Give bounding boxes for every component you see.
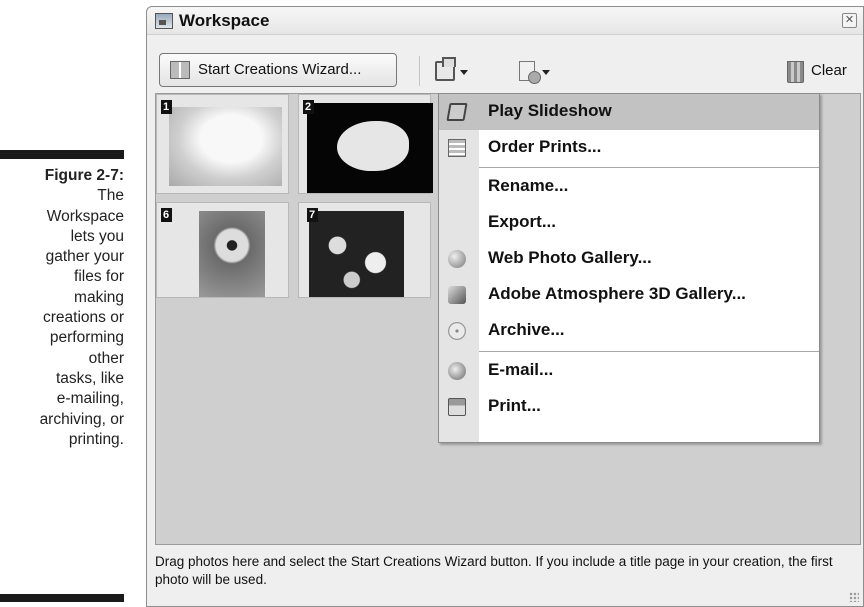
- clear-button-label: Clear: [811, 62, 847, 79]
- flower-on-black-photo: [307, 103, 433, 193]
- figure-caption-text: The Workspace lets you gather your files…: [39, 187, 124, 448]
- printer-icon: [448, 398, 466, 416]
- close-button[interactable]: ✕: [842, 13, 857, 28]
- photo-thumbnail[interactable]: 1: [156, 94, 289, 194]
- photo-thumbnail[interactable]: 2: [298, 94, 433, 194]
- new-creation-icon: [519, 61, 541, 84]
- archive-disc-icon: [448, 322, 466, 340]
- clear-button[interactable]: Clear: [787, 59, 859, 85]
- email-icon: [448, 362, 466, 380]
- photo-number: 6: [161, 208, 172, 222]
- workspace-window: Workspace ✕ Start Creations Wizard... Cl…: [146, 6, 864, 607]
- menu-item-label: Archive...: [488, 320, 565, 339]
- menu-separator: [479, 351, 819, 352]
- menu-item-label: Print...: [488, 396, 541, 415]
- title-bar[interactable]: Workspace ✕: [147, 7, 863, 35]
- workspace-icon: [155, 13, 173, 29]
- menu-item-label: E-mail...: [488, 360, 554, 379]
- slideshow-icon: [446, 103, 468, 121]
- resize-grip-icon[interactable]: [849, 592, 859, 602]
- share-dropdown-button[interactable]: [435, 57, 469, 85]
- share-dropdown-menu: Play Slideshow Order Prints... Rename...…: [438, 93, 820, 443]
- sunflower-photo: [199, 211, 265, 297]
- create-dropdown-button[interactable]: [517, 59, 551, 85]
- menu-item-archive[interactable]: Archive...: [439, 313, 819, 349]
- status-hint-text: Drag photos here and select the Start Cr…: [155, 554, 833, 587]
- menu-item-export[interactable]: Export...: [439, 205, 819, 241]
- order-prints-icon: [448, 139, 466, 157]
- menu-item-label: Order Prints...: [488, 137, 602, 156]
- photo-number: 7: [307, 208, 318, 222]
- chevron-down-icon: [542, 70, 550, 75]
- chevron-down-icon: [460, 70, 468, 75]
- river-stones-photo: [309, 211, 404, 297]
- menu-item-label: Web Photo Gallery...: [488, 248, 652, 267]
- 3d-gallery-icon: [448, 286, 466, 304]
- start-creations-wizard-button[interactable]: Start Creations Wizard...: [159, 53, 397, 87]
- menu-item-email[interactable]: E-mail...: [439, 353, 819, 389]
- creations-wizard-icon: [170, 61, 190, 79]
- menu-item-print[interactable]: Print...: [439, 389, 819, 425]
- menu-separator: [479, 167, 819, 168]
- wizard-button-label: Start Creations Wizard...: [198, 61, 362, 78]
- snowy-tree-photo: [169, 107, 282, 186]
- menu-item-web-photo-gallery[interactable]: Web Photo Gallery...: [439, 241, 819, 277]
- photo-number: 1: [161, 100, 172, 114]
- menu-item-rename[interactable]: Rename...: [439, 169, 819, 205]
- share-icon: [435, 57, 456, 81]
- trash-icon: [787, 61, 804, 83]
- menu-item-atmosphere-3d-gallery[interactable]: Adobe Atmosphere 3D Gallery...: [439, 277, 819, 313]
- caption-rule-bottom: [0, 594, 124, 602]
- photo-thumbnail[interactable]: 7: [298, 202, 431, 298]
- menu-item-label: Rename...: [488, 176, 569, 195]
- menu-item-label: Play Slideshow: [488, 101, 612, 120]
- photo-thumbnail[interactable]: 6: [156, 202, 289, 298]
- toolbar-separator: [419, 56, 420, 86]
- figure-caption: Figure 2-7: The Workspace lets you gathe…: [0, 166, 124, 450]
- figure-label: Figure 2-7:: [44, 167, 124, 184]
- caption-rule-top: [0, 150, 124, 159]
- toolbar: Start Creations Wizard... Clear: [147, 36, 863, 87]
- web-gallery-icon: [448, 250, 466, 268]
- menu-item-play-slideshow[interactable]: Play Slideshow: [439, 94, 819, 130]
- menu-item-label: Export...: [488, 212, 557, 231]
- photo-number: 2: [303, 100, 314, 114]
- menu-item-order-prints[interactable]: Order Prints...: [439, 130, 819, 166]
- window-title: Workspace: [179, 11, 270, 30]
- menu-item-label: Adobe Atmosphere 3D Gallery...: [488, 284, 746, 303]
